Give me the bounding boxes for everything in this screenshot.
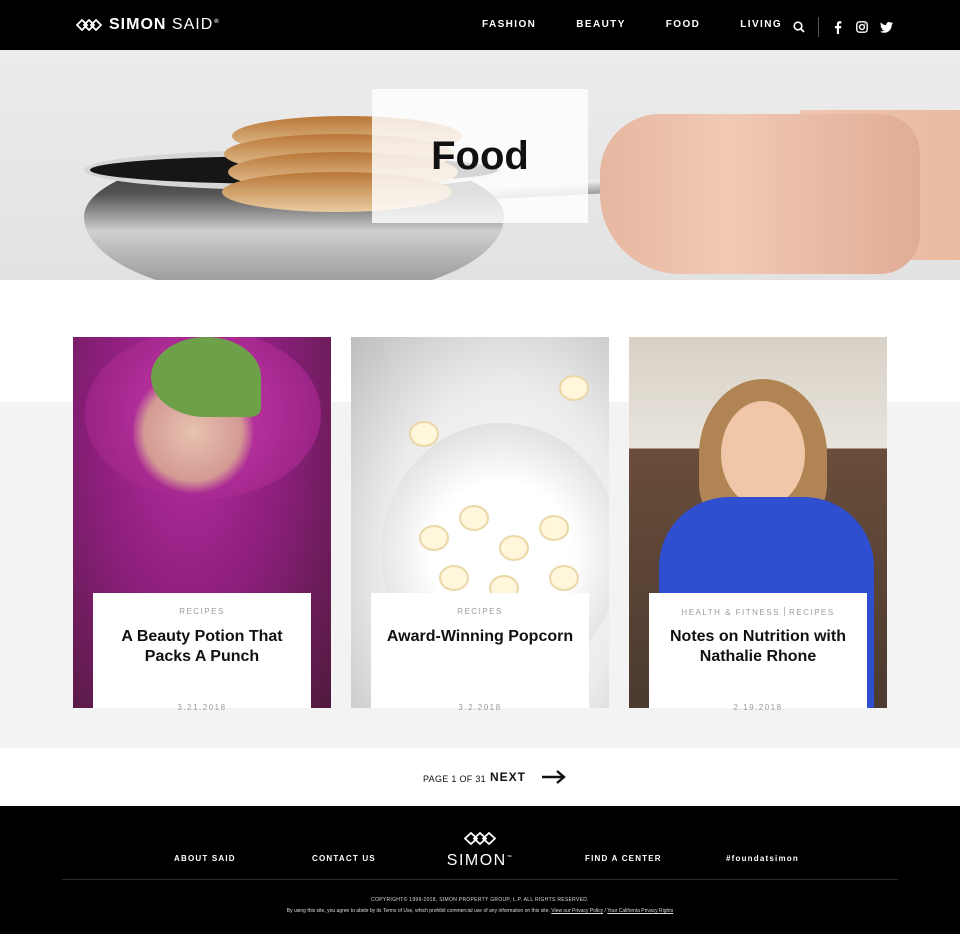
header-icons [792, 17, 893, 37]
main-nav: FASHION BEAUTY FOOD LIVING [482, 19, 782, 30]
header-divider [818, 17, 819, 37]
simon-diamond-icon [76, 19, 102, 31]
nav-living[interactable]: LIVING [740, 19, 782, 30]
article-title[interactable]: Award-Winning Popcorn [381, 627, 579, 647]
legal-separator: / [604, 908, 606, 914]
legal-statement: By using this site, you agree to abide b… [286, 908, 550, 914]
article-date: 3.2.2018 [458, 703, 502, 712]
footer-hashtag-link[interactable]: #foundatsimon [726, 854, 799, 863]
footer-logo-text: SIMON [446, 852, 507, 869]
category-divider [783, 607, 785, 616]
legal-text: By using this site, you agree to abide b… [0, 908, 960, 914]
hero-title-box: Food [372, 89, 588, 223]
facebook-icon[interactable] [831, 20, 845, 34]
article-categories: HEALTH & FITNESS RECIPES [649, 607, 867, 617]
simon-diamond-icon [463, 831, 497, 846]
nav-food[interactable]: FOOD [666, 19, 701, 30]
simon-said-logo[interactable]: SIMON SAID® [76, 16, 220, 34]
article-category[interactable]: RECIPES [93, 607, 311, 616]
hero-banner: Food [0, 50, 960, 280]
instagram-icon[interactable] [855, 20, 869, 34]
footer-find-center-link[interactable]: FIND A CENTER [585, 854, 662, 863]
twitter-icon[interactable] [879, 20, 893, 34]
california-privacy-link[interactable]: Your California Privacy Rights [607, 908, 673, 914]
article-date: 3.21.2018 [177, 703, 227, 712]
site-footer: ABOUT SAID CONTACT US SIMON™ FIND A CENT… [0, 806, 960, 934]
nav-beauty[interactable]: BEAUTY [576, 19, 626, 30]
search-icon[interactable] [792, 20, 806, 34]
article-category[interactable]: HEALTH & FITNESS [681, 608, 780, 617]
nav-fashion[interactable]: FASHION [482, 19, 536, 30]
site-header: SIMON SAID® FASHION BEAUTY FOOD LIVING [0, 0, 960, 50]
article-card-info[interactable]: HEALTH & FITNESS RECIPES Notes on Nutriti… [649, 593, 867, 712]
privacy-policy-link[interactable]: View our Privacy Policy [551, 908, 603, 914]
article-card-info[interactable]: RECIPES A Beauty Potion That Packs A Pun… [93, 593, 311, 712]
footer-divider [62, 879, 898, 880]
simon-footer-logo[interactable]: SIMON™ [438, 831, 522, 870]
logo-wordmark: SIMON SAID® [109, 16, 220, 33]
copyright-text: COPYRIGHT© 1999-2018, SIMON PROPERTY GRO… [371, 897, 589, 903]
footer-contact-link[interactable]: CONTACT US [312, 854, 376, 863]
article-card-info[interactable]: RECIPES Award-Winning Popcorn 3.2.2018 [371, 593, 589, 712]
page-title: Food [431, 133, 529, 178]
footer-about-link[interactable]: ABOUT SAID [174, 854, 236, 863]
page-indicator: PAGE 1 OF 31 [423, 774, 486, 784]
article-date: 2.19.2018 [733, 703, 783, 712]
hand-graphic [600, 114, 920, 274]
arrow-right-icon [542, 770, 566, 784]
pagination: PAGE 1 OF 31 NEXT [0, 748, 960, 806]
article-title[interactable]: A Beauty Potion That Packs A Punch [103, 627, 301, 667]
next-page-button[interactable]: NEXT [490, 770, 566, 784]
article-title[interactable]: Notes on Nutrition with Nathalie Rhone [659, 627, 857, 667]
article-category[interactable]: RECIPES [371, 607, 589, 616]
next-label: NEXT [490, 770, 527, 784]
article-category[interactable]: RECIPES [789, 608, 835, 617]
